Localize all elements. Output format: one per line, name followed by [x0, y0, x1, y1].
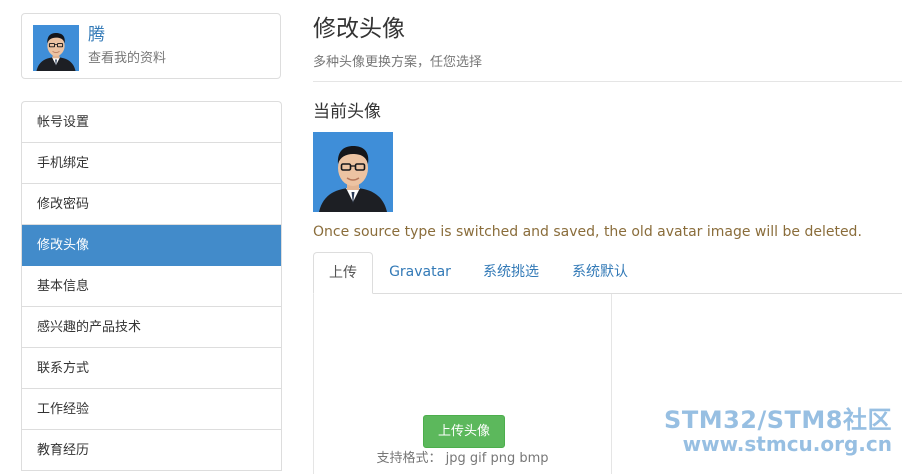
sidebar-item-account-settings[interactable]: 帐号设置: [22, 102, 281, 143]
sidebar-item-change-password[interactable]: 修改密码: [22, 184, 281, 225]
upload-panel: 上传头像 支持格式： jpg gif png bmp: [313, 294, 612, 474]
current-avatar-image: [313, 132, 393, 212]
sidebar-menu: 帐号设置 手机绑定 修改密码 修改头像 基本信息 感兴趣的产品技术 联系方式 工…: [21, 101, 282, 471]
profile-avatar[interactable]: [33, 25, 79, 71]
avatar-photo-icon: [33, 25, 79, 71]
supported-formats-text: 支持格式： jpg gif png bmp: [376, 451, 549, 466]
view-profile-link[interactable]: 查看我的资料: [88, 51, 166, 67]
sidebar-item-education[interactable]: 教育经历: [22, 430, 281, 471]
tab-system-pick[interactable]: 系统挑选: [470, 252, 552, 293]
sidebar-item-basic-info[interactable]: 基本信息: [22, 266, 281, 307]
avatar-photo-icon: [313, 132, 393, 212]
upload-avatar-button[interactable]: 上传头像: [423, 415, 505, 448]
profile-name[interactable]: 腾: [88, 24, 105, 46]
sidebar-item-interested-tech[interactable]: 感兴趣的产品技术: [22, 307, 281, 348]
sidebar-item-change-avatar[interactable]: 修改头像: [22, 225, 281, 266]
current-avatar-heading: 当前头像: [313, 102, 381, 122]
avatar-switch-notice: Once source type is switched and saved, …: [313, 224, 862, 240]
title-divider: [313, 81, 902, 82]
watermark-url: www.stmcu.org.cn: [682, 432, 892, 456]
tab-upload[interactable]: 上传: [313, 252, 373, 294]
page-title: 修改头像: [313, 16, 405, 42]
sidebar-item-phone-binding[interactable]: 手机绑定: [22, 143, 281, 184]
profile-card[interactable]: 腾 查看我的资料: [21, 13, 281, 79]
sidebar-item-contact[interactable]: 联系方式: [22, 348, 281, 389]
sidebar-item-work-experience[interactable]: 工作经验: [22, 389, 281, 430]
tab-gravatar[interactable]: Gravatar: [379, 252, 461, 293]
page-subtitle: 多种头像更换方案，任您选择: [313, 55, 483, 70]
tab-system-default[interactable]: 系统默认: [560, 252, 640, 293]
